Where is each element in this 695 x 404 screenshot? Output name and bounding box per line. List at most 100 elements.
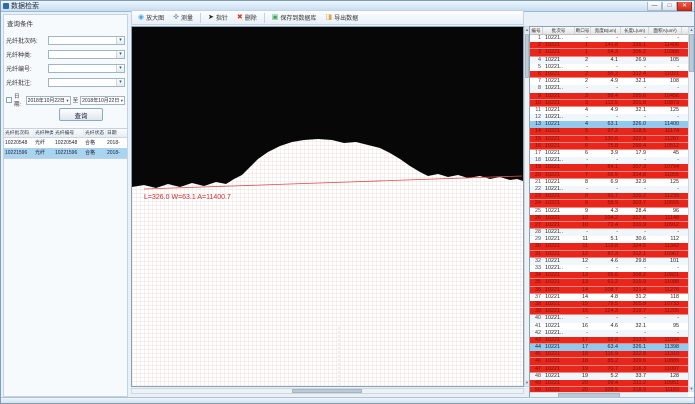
table-row[interactable]: 4010221..---- bbox=[530, 315, 688, 322]
query-button[interactable]: 查询 bbox=[59, 108, 103, 121]
table-row[interactable]: 31102211287.3312.110967 bbox=[530, 251, 688, 258]
table-row[interactable]: 301022111119.8324.511342 bbox=[530, 243, 688, 250]
table-row[interactable]: 3310221..---- bbox=[530, 265, 688, 272]
image-viewport[interactable]: L=326.0 W=63.1 A=11400.7 bbox=[131, 26, 524, 387]
table-row[interactable]: 47102211970.7316.311097 bbox=[530, 366, 688, 373]
field-dropdown-1[interactable]: ▾ bbox=[48, 50, 125, 59]
table-row[interactable]: 2102211141.8326.111406 bbox=[530, 42, 688, 49]
table-row[interactable]: 2910221115.130.6112 bbox=[530, 236, 688, 243]
date-from-dropdown[interactable]: 2018年10月22日 ▾ bbox=[26, 96, 71, 105]
table-row[interactable]: 111022144.932.1125 bbox=[530, 107, 688, 114]
date-to-dropdown[interactable]: 2018年10月22日 ▾ bbox=[80, 96, 125, 105]
table-row[interactable]: 261022110104.2317.611148 bbox=[530, 215, 688, 222]
table-row[interactable]: 4810221195.233.7128 bbox=[530, 373, 688, 380]
column-header[interactable]: 长度L(um) bbox=[621, 27, 649, 34]
table-row[interactable]: 3710221144.831.2118 bbox=[530, 294, 688, 301]
table-row[interactable]: 310221154.3306.210988 bbox=[530, 49, 688, 56]
table-row[interactable]: 2010221766.5314.811055 bbox=[530, 172, 688, 179]
table-row[interactable]: 910221388.4295.610456 bbox=[530, 93, 688, 100]
table-row[interactable]: 3210221124.629.8101 bbox=[530, 258, 688, 265]
toolbar-button-delete[interactable]: ✖删除 bbox=[233, 12, 261, 24]
table-row[interactable]: 2810221..---- bbox=[530, 229, 688, 236]
scrollbar-thumb[interactable] bbox=[292, 389, 362, 393]
table-row[interactable]: 43102211792.8313.511034 bbox=[530, 337, 688, 344]
column-header[interactable]: 光纤编号 bbox=[54, 129, 84, 137]
table-row[interactable]: 610221256.2312.411021 bbox=[530, 71, 688, 78]
field-dropdown-2[interactable]: ▾ bbox=[48, 64, 125, 73]
table-row[interactable]: 46102211885.2309.610889 bbox=[530, 358, 688, 365]
cell: 15 bbox=[530, 136, 543, 143]
toolbar-button-save-database[interactable]: ▣保存到数据库 bbox=[268, 12, 321, 24]
field-dropdown-0[interactable]: ▾ bbox=[48, 36, 125, 45]
table-row[interactable]: 71022124.932.1108 bbox=[530, 78, 688, 85]
toolbar-button-zoom-image[interactable]: ◉放大图 bbox=[134, 12, 168, 24]
table-row[interactable]: 510221..---- bbox=[530, 64, 688, 71]
table-row[interactable]: 1810221..---- bbox=[530, 157, 688, 164]
table-row[interactable]: 211022186.932.9125 bbox=[530, 179, 688, 186]
table-row[interactable]: 34102211395.6308.210821 bbox=[530, 272, 688, 279]
table-row[interactable]: 41022124.126.9105 bbox=[530, 57, 688, 64]
cell: - bbox=[575, 229, 591, 236]
column-header[interactable]: 光纤状态 bbox=[84, 129, 106, 137]
maximize-button[interactable]: □ bbox=[662, 2, 677, 11]
cell: 10221 bbox=[543, 308, 575, 315]
column-header[interactable]: 面积A(um²) bbox=[649, 27, 682, 34]
table-row[interactable]: 810221..---- bbox=[530, 85, 688, 92]
table-row[interactable]: 361022114108.7321.411276 bbox=[530, 287, 688, 294]
cell: 合格 bbox=[84, 138, 106, 148]
list-item[interactable]: 10221596光纤10221596合格2018- bbox=[4, 148, 127, 158]
scroll-up-arrow[interactable]: ▲ bbox=[689, 27, 694, 33]
table-row[interactable]: 2210221..---- bbox=[530, 186, 688, 193]
table-row[interactable]: 110221..---- bbox=[530, 35, 688, 42]
table-row[interactable]: 10102213112.5301.810873 bbox=[530, 100, 688, 107]
table-row[interactable]: 2410221958.9303.710655 bbox=[530, 200, 688, 207]
column-header[interactable]: 断口号 bbox=[575, 27, 591, 34]
column-header[interactable]: 光纤批次码 bbox=[4, 129, 34, 137]
table-row[interactable]: 38102211579.5305.810733 bbox=[530, 301, 688, 308]
toolbar-button-pointer[interactable]: ➤指针 bbox=[204, 12, 232, 24]
table-row[interactable]: 451022118116.9322.811310 bbox=[530, 351, 688, 358]
scroll-down-arrow[interactable]: ▼ bbox=[689, 386, 694, 392]
column-header[interactable]: 光纤种类 bbox=[34, 129, 54, 137]
chevron-down-icon: ▾ bbox=[116, 51, 124, 58]
table-row[interactable]: 4210221..---- bbox=[530, 330, 688, 337]
toolbar-button-measure[interactable]: ✜测量 bbox=[169, 12, 197, 24]
minimize-button[interactable]: — bbox=[647, 2, 662, 11]
cell: 58.9 bbox=[591, 200, 621, 207]
close-button[interactable]: ✕ bbox=[677, 2, 692, 11]
scrollbar-thumb[interactable] bbox=[689, 34, 694, 72]
table-row[interactable]: 27102211072.4310.910912 bbox=[530, 222, 688, 229]
cell: 72.4 bbox=[591, 222, 621, 229]
table-row[interactable]: 1310221463.1326.011400 bbox=[530, 121, 688, 128]
table-row[interactable]: 4110221164.632.195 bbox=[530, 323, 688, 330]
date-filter-checkbox[interactable] bbox=[6, 97, 12, 103]
table-row[interactable]: 44102211763.4326.111398 bbox=[530, 344, 688, 351]
list-item[interactable]: 10220548光纤10220548合格2018- bbox=[4, 138, 127, 148]
cell: 10221 bbox=[543, 236, 575, 243]
column-header[interactable]: 编号 bbox=[530, 27, 543, 34]
cell: 85.2 bbox=[591, 358, 621, 365]
column-header[interactable]: 批次号 bbox=[543, 27, 575, 34]
table-row[interactable]: 1610221675.8299.410512 bbox=[530, 143, 688, 150]
field-dropdown-3[interactable]: ▾ bbox=[48, 78, 125, 87]
table-vertical-scrollbar[interactable]: ▲ ▼ bbox=[688, 27, 694, 392]
table-row[interactable]: 15102215130.6322.911287 bbox=[530, 136, 688, 143]
table-row[interactable]: 35102211361.2315.911088 bbox=[530, 279, 688, 286]
cell: 13 bbox=[575, 272, 591, 279]
table-row[interactable]: 49102212099.4311.210951 bbox=[530, 380, 688, 387]
table-row[interactable]: 1410221597.2318.511174 bbox=[530, 128, 688, 135]
cell: 99.4 bbox=[591, 380, 621, 387]
measurement-table-panel: 编号批次号断口号宽度B(um)长度L(um)面积A(um²) 110221..-… bbox=[529, 26, 695, 399]
table-row[interactable]: 391022115124.3319.711205 bbox=[530, 308, 688, 315]
table-row[interactable]: 2310221891.7320.211239 bbox=[530, 193, 688, 200]
table-row[interactable]: 1210221..---- bbox=[530, 114, 688, 121]
image-horizontal-scrollbar[interactable] bbox=[131, 388, 524, 394]
column-header[interactable]: 日期 bbox=[106, 129, 127, 137]
table-row[interactable]: 1910221784.1307.310794 bbox=[530, 164, 688, 171]
column-header[interactable]: 宽度B(um) bbox=[591, 27, 621, 34]
cell: 10221 bbox=[543, 78, 575, 85]
table-row[interactable]: 251022194.328.496 bbox=[530, 208, 688, 215]
chevron-down-icon: ▾ bbox=[116, 65, 124, 72]
table-row[interactable]: 171022163.917.945 bbox=[530, 150, 688, 157]
toolbar-button-export-data[interactable]: ◨导出数据 bbox=[321, 12, 362, 24]
